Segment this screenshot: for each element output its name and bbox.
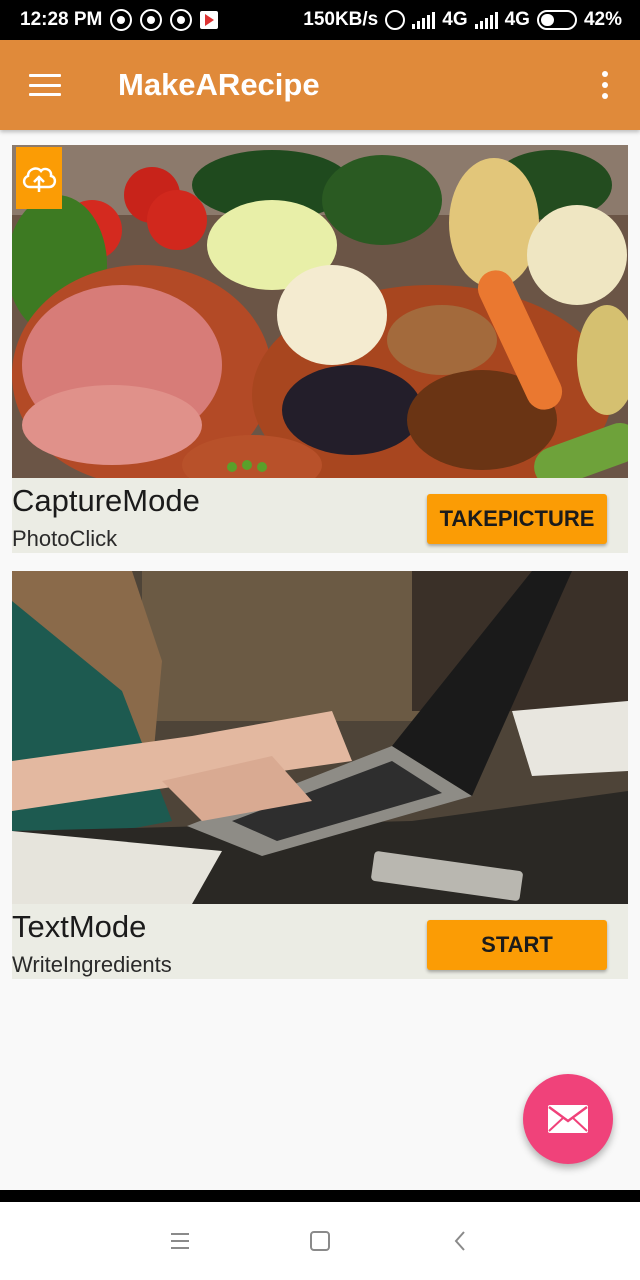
capture-mode-card: CaptureMode PhotoClick TAKEPICTURE bbox=[12, 145, 628, 553]
home-icon bbox=[310, 1231, 330, 1251]
alarm-icon bbox=[385, 10, 406, 30]
network-speed: 150KB/s bbox=[303, 9, 379, 30]
recents-button[interactable] bbox=[160, 1221, 200, 1261]
card-subtitle: PhotoClick bbox=[12, 526, 118, 551]
signal-icon bbox=[412, 11, 436, 29]
card-title: TextMode bbox=[12, 909, 147, 944]
network-type-1: 4G bbox=[442, 9, 468, 30]
card-subtitle: WriteIngredients bbox=[12, 952, 172, 977]
laptop-typing-photo bbox=[12, 571, 628, 904]
share-notification-icon bbox=[170, 9, 193, 31]
divider bbox=[0, 1190, 640, 1202]
cloud-upload-icon bbox=[22, 167, 57, 192]
share-notification-icon bbox=[110, 9, 133, 31]
vegetables-photo bbox=[12, 145, 628, 478]
back-icon bbox=[454, 1231, 465, 1251]
take-picture-button[interactable]: TAKEPICTURE bbox=[427, 494, 607, 544]
card-text-area: CaptureMode PhotoClick TAKEPICTURE bbox=[12, 478, 628, 553]
text-mode-card: TextMode WriteIngredients START bbox=[12, 571, 628, 979]
home-button[interactable] bbox=[300, 1221, 340, 1261]
play-store-notification-icon bbox=[200, 11, 219, 29]
status-time: 12:28 PM bbox=[20, 9, 103, 30]
battery-icon bbox=[536, 10, 577, 30]
recents-icon bbox=[171, 1233, 189, 1249]
card-text-area: TextMode WriteIngredients START bbox=[12, 904, 628, 979]
navigation-bar bbox=[0, 1202, 640, 1280]
email-icon bbox=[548, 1105, 588, 1133]
battery-percent: 42% bbox=[583, 9, 622, 30]
more-vert-icon bbox=[602, 71, 608, 77]
email-fab[interactable] bbox=[523, 1074, 613, 1164]
app-bar: MakeARecipe bbox=[0, 40, 640, 130]
more-options-button[interactable] bbox=[570, 40, 640, 130]
back-button[interactable] bbox=[440, 1221, 480, 1261]
network-type-2: 4G bbox=[504, 9, 530, 30]
app-title: MakeARecipe bbox=[118, 67, 320, 102]
hamburger-menu-icon bbox=[29, 74, 61, 96]
menu-button[interactable] bbox=[0, 40, 90, 130]
card-title: CaptureMode bbox=[12, 483, 200, 518]
start-button[interactable]: START bbox=[427, 920, 607, 970]
signal-icon bbox=[474, 11, 498, 29]
upload-button[interactable] bbox=[16, 147, 62, 209]
status-bar: 12:28 PM 150KB/s 4G 4G 42% bbox=[0, 0, 640, 40]
share-notification-icon bbox=[140, 9, 163, 31]
